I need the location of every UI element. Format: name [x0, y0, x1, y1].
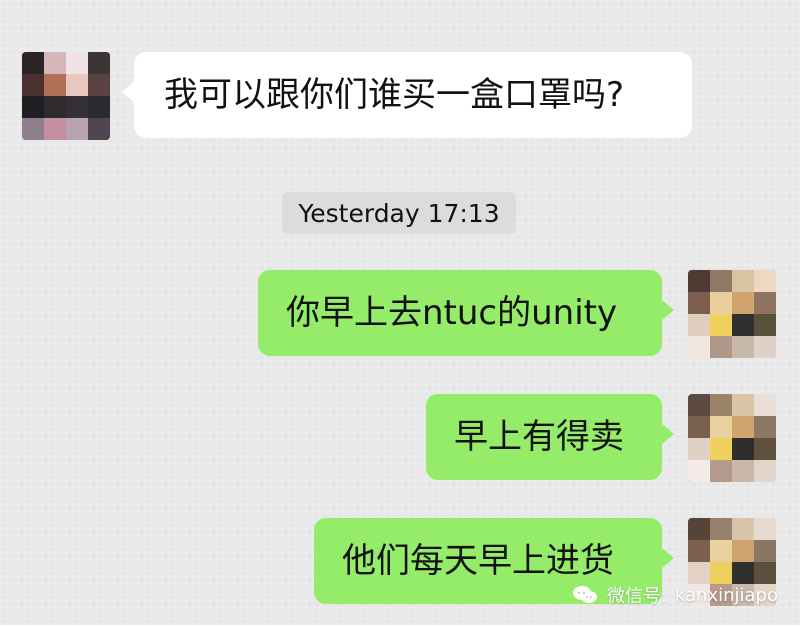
- outgoing-avatar[interactable]: [688, 394, 776, 482]
- outgoing-message-text-1: 你早上去ntuc的unity: [286, 293, 618, 333]
- outgoing-message-bubble[interactable]: 早上有得卖: [426, 394, 674, 480]
- outgoing-message-bubble[interactable]: 你早上去ntuc的unity: [258, 270, 674, 356]
- wechat-icon: [571, 583, 599, 607]
- pixelated-avatar-icon: [688, 394, 776, 482]
- outgoing-message-text-2: 早上有得卖: [454, 417, 624, 457]
- wechat-watermark: 微信号: kanxinjiapo: [571, 581, 778, 609]
- timestamp-text: Yesterday 17:13: [298, 198, 500, 228]
- timestamp: Yesterday 17:13: [282, 192, 516, 234]
- outgoing-message-text-3: 他们每天早上进货: [342, 541, 614, 581]
- incoming-message-text: 我可以跟你们谁买一盒口罩吗?: [164, 75, 625, 115]
- watermark-label: 微信号:: [606, 586, 667, 607]
- pixelated-avatar-icon: [688, 270, 776, 358]
- pixelated-avatar-icon: [22, 52, 110, 140]
- incoming-avatar[interactable]: [22, 52, 110, 140]
- outgoing-avatar[interactable]: [688, 270, 776, 358]
- incoming-message-bubble[interactable]: 我可以跟你们谁买一盒口罩吗?: [122, 52, 692, 138]
- watermark-account: kanxinjiapo: [674, 584, 778, 606]
